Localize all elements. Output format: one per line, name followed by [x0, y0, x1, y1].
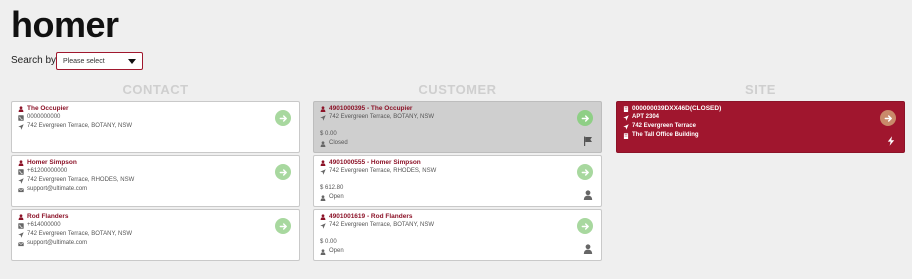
arrow-right-icon: [884, 114, 892, 122]
arrow-right-icon: [581, 168, 589, 176]
customer-card[interactable]: 4901000395 - The Occupier 742 Evergreen …: [313, 101, 602, 153]
contact-name: The Occupier: [27, 105, 69, 112]
open-site-button[interactable]: [880, 110, 896, 126]
customer-card[interactable]: 4901001619 - Rod Flanders 742 Evergreen …: [313, 209, 602, 261]
person-icon: [320, 248, 326, 255]
customer-balance: $ 0.00: [320, 131, 337, 137]
contact-address: 742 Evergreen Terrace, BOTANY, NSW: [27, 123, 133, 129]
customer-status: Open: [329, 248, 344, 254]
user-icon: [18, 213, 24, 220]
open-customer-button[interactable]: [577, 218, 593, 234]
customer-name: 4901001619 - Rod Flanders: [329, 213, 413, 220]
contact-column-header: CONTACT: [122, 82, 189, 97]
user-icon: [320, 213, 326, 220]
contact-email: support@ultimate.com: [27, 240, 88, 246]
location-arrow-icon: [18, 177, 24, 184]
phone-icon: [18, 222, 24, 229]
location-arrow-icon: [320, 168, 326, 175]
open-customer-button[interactable]: [577, 164, 593, 180]
contact-phone: +614000000: [27, 222, 61, 228]
contact-name: Rod Flanders: [27, 213, 69, 220]
contact-name: Homer Simpson: [27, 159, 77, 166]
customer-status: Closed: [329, 140, 348, 146]
arrow-right-icon: [279, 168, 287, 176]
person-icon: [320, 194, 326, 201]
flag-icon: [583, 136, 593, 146]
bolt-icon: [886, 136, 896, 146]
customer-address: 742 Evergreen Terrace, RHODES, NSW: [329, 168, 437, 174]
customer-name: 4901000555 - Homer Simpson: [329, 159, 421, 166]
building-icon: [623, 132, 629, 139]
contact-phone: +61200000000: [27, 168, 68, 174]
person-icon: [320, 140, 326, 147]
site-name: 000000039DXX46D(CLOSED): [632, 105, 722, 112]
envelope-icon: [18, 241, 24, 247]
customer-balance: $ 0.00: [320, 239, 337, 245]
contact-card[interactable]: The Occupier 0000000000 742 Evergreen Te…: [11, 101, 300, 153]
phone-icon: [18, 114, 24, 121]
location-arrow-icon: [18, 123, 24, 130]
arrow-right-icon: [581, 222, 589, 230]
envelope-icon: [18, 187, 24, 193]
phone-icon: [18, 168, 24, 175]
person-icon: [583, 190, 593, 200]
arrow-right-icon: [279, 114, 287, 122]
site-street: 742 Evergreen Terrace: [632, 123, 696, 129]
open-contact-button[interactable]: [275, 218, 291, 234]
contact-card[interactable]: Rod Flanders +614000000 742 Evergreen Te…: [11, 209, 300, 261]
customer-column-header: CUSTOMER: [418, 82, 497, 97]
arrow-right-icon: [581, 114, 589, 122]
site-column-header: SITE: [745, 82, 776, 97]
caret-down-icon: [128, 58, 136, 64]
user-icon: [18, 105, 24, 112]
contact-phone: 0000000000: [27, 114, 61, 120]
user-icon: [320, 159, 326, 166]
customer-address: 742 Evergreen Terrace, BOTANY, NSW: [329, 114, 435, 120]
user-icon: [320, 105, 326, 112]
customer-name: 4901000395 - The Occupier: [329, 105, 413, 112]
location-arrow-icon: [623, 123, 629, 130]
open-customer-button[interactable]: [577, 110, 593, 126]
search-by-label: Search by: [11, 55, 57, 66]
contact-email: support@ultimate.com: [27, 186, 88, 192]
search-by-select-value: Please select: [63, 57, 105, 65]
user-icon: [18, 159, 24, 166]
customer-address: 742 Evergreen Terrace, BOTANY, NSW: [329, 222, 435, 228]
search-by-select[interactable]: Please select: [56, 52, 143, 70]
contact-address: 742 Evergreen Terrace, RHODES, NSW: [27, 177, 135, 183]
customer-balance: $ 612.80: [320, 185, 344, 191]
open-contact-button[interactable]: [275, 110, 291, 126]
contact-card[interactable]: Homer Simpson +61200000000 742 Evergreen…: [11, 155, 300, 207]
arrow-right-icon: [279, 222, 287, 230]
building-icon: [623, 105, 629, 112]
location-arrow-icon: [320, 222, 326, 229]
site-unit: APT 2304: [632, 114, 660, 120]
location-arrow-icon: [18, 231, 24, 238]
contact-address: 742 Evergreen Terrace, BOTANY, NSW: [27, 231, 133, 237]
site-building: The Tall Office Building: [632, 132, 699, 138]
site-card[interactable]: 000000039DXX46D(CLOSED) APT 2304 742 Eve…: [616, 101, 905, 153]
open-contact-button[interactable]: [275, 164, 291, 180]
customer-status: Open: [329, 194, 344, 200]
person-icon: [583, 244, 593, 254]
page-title: homer: [11, 4, 119, 45]
location-arrow-icon: [623, 114, 629, 121]
location-arrow-icon: [320, 114, 326, 121]
customer-card[interactable]: 4901000555 - Homer Simpson 742 Evergreen…: [313, 155, 602, 207]
